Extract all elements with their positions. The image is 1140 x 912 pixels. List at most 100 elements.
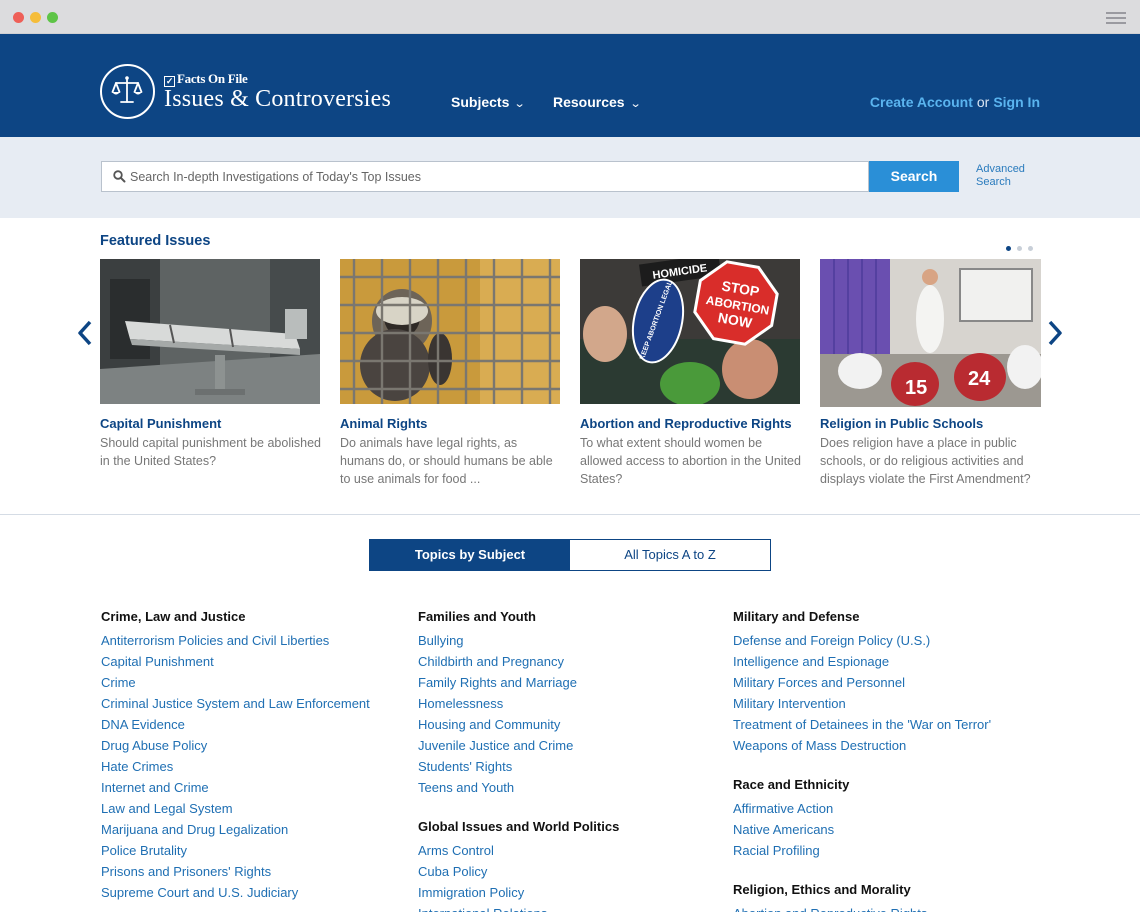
topic-column: Crime, Law and Justice Antiterrorism Poli… [101,609,370,903]
close-window-button[interactable] [13,12,24,23]
tab-topics-by-subject[interactable]: Topics by Subject [370,540,570,570]
carousel-dot[interactable] [1028,246,1033,251]
chevron-down-icon: ⌄ [629,98,642,110]
topic-link[interactable]: Law and Legal System [101,798,370,819]
search-button[interactable]: Search [869,161,959,192]
maximize-window-button[interactable] [47,12,58,23]
featured-card[interactable]: 15 24 Religion in Public Schools Does re… [820,259,1042,488]
minimize-window-button[interactable] [30,12,41,23]
hamburger-menu-icon[interactable] [1106,12,1126,25]
account-links: Create Account or Sign In [870,94,1040,110]
search-icon [113,170,126,183]
jersey-number-24: 24 [968,368,991,390]
nav-subjects[interactable]: Subjects ⌄ [451,94,526,110]
featured-card-title[interactable]: Capital Punishment [100,416,322,431]
subject-heading: Crime, Law and Justice [101,609,246,624]
featured-card[interactable]: Animal Rights Do animals have legal righ… [340,259,562,488]
site-title[interactable]: Issues & Controversies [164,86,391,113]
search-band: Search Advanced Search [0,137,1140,218]
featured-card[interactable]: HOMICIDE KEEP ABORTION LEGAL STOP ABORTI… [580,259,802,488]
featured-card[interactable]: Capital Punishment Should capital punish… [100,259,322,470]
topic-link[interactable]: Racial Profiling [733,840,991,861]
featured-card-description: Should capital punishment be abolished i… [100,436,321,468]
featured-card-description: To what extent should women be allowed a… [580,436,801,486]
topic-link[interactable]: Internet and Crime [101,777,370,798]
sign-in-link[interactable]: Sign In [993,94,1040,110]
topic-link[interactable]: Military Intervention [733,693,991,714]
carousel-dot[interactable] [1017,246,1022,251]
carousel-prev-arrow-icon[interactable] [77,320,93,353]
tab-all-topics-a-to-z[interactable]: All Topics A to Z [570,540,770,570]
jersey-number-15: 15 [905,377,927,399]
topic-link[interactable]: Childbirth and Pregnancy [418,651,619,672]
browser-titlebar [0,0,1140,34]
caged-monkey-image[interactable] [340,259,560,404]
subject-heading: Religion, Ethics and Morality [733,882,911,897]
subject-heading: Global Issues and World Politics [418,819,620,834]
topic-link[interactable]: Immigration Policy [418,882,619,903]
topic-link[interactable]: Juvenile Justice and Crime [418,735,619,756]
subject-heading: Families and Youth [418,609,536,624]
topic-link[interactable]: Capital Punishment [101,651,370,672]
topic-link[interactable]: Crime [101,672,370,693]
topic-link[interactable]: Police Brutality [101,840,370,861]
nav-resources[interactable]: Resources ⌄ [553,94,642,110]
topic-link[interactable]: Defense and Foreign Policy (U.S.) [733,630,991,651]
topic-link[interactable]: Students' Rights [418,756,619,777]
nav-subjects-label: Subjects [451,94,510,110]
advanced-search-link[interactable]: Advanced Search [976,163,1036,189]
topic-link[interactable]: Arms Control [418,840,619,861]
featured-card-description: Do animals have legal rights, as humans … [340,436,553,486]
featured-card-title[interactable]: Religion in Public Schools [820,416,1042,431]
topic-link[interactable]: Military Forces and Personnel [733,672,991,693]
scales-of-justice-logo-icon[interactable] [100,64,155,119]
topic-link[interactable]: Criminal Justice System and Law Enforcem… [101,693,370,714]
create-account-link[interactable]: Create Account [870,94,973,110]
topic-link[interactable]: Affirmative Action [733,798,991,819]
topic-link[interactable]: Teens and Youth [418,777,619,798]
topic-link[interactable]: Cuba Policy [418,861,619,882]
topic-link[interactable]: Bullying [418,630,619,651]
abortion-protest-image[interactable]: HOMICIDE KEEP ABORTION LEGAL STOP ABORTI… [580,259,800,404]
topic-link[interactable]: Homelessness [418,693,619,714]
carousel-dot[interactable] [1006,246,1011,251]
topic-link[interactable]: Treatment of Detainees in the 'War on Te… [733,714,991,735]
or-separator: or [976,94,990,110]
topic-link[interactable]: Prisons and Prisoners' Rights [101,861,370,882]
school-prayer-image[interactable]: 15 24 [820,259,1041,407]
topic-link[interactable]: Drug Abuse Policy [101,735,370,756]
topic-link[interactable]: Intelligence and Espionage [733,651,991,672]
topic-link[interactable]: Marijuana and Drug Legalization [101,819,370,840]
featured-card-title[interactable]: Animal Rights [340,416,562,431]
topic-column: Military and Defense Defense and Foreign … [733,609,991,912]
topic-link[interactable]: Abortion and Reproductive Rights [733,903,991,912]
topic-link[interactable]: DNA Evidence [101,714,370,735]
topic-link[interactable]: Weapons of Mass Destruction [733,735,991,756]
topic-column: Families and Youth Bullying Childbirth and… [418,609,619,912]
subject-heading: Race and Ethnicity [733,777,850,792]
carousel-pager [1006,238,1039,256]
topic-link[interactable]: Antiterrorism Policies and Civil Liberti… [101,630,370,651]
topic-link[interactable]: Hate Crimes [101,756,370,777]
topic-link[interactable]: Supreme Court and U.S. Judiciary [101,882,370,903]
search-box[interactable] [101,161,869,192]
featured-card-title[interactable]: Abortion and Reproductive Rights [580,416,802,431]
topics-tabs: Topics by Subject All Topics A to Z [369,539,771,571]
carousel-next-arrow-icon[interactable] [1047,320,1063,353]
site-header: ✓ Facts On File Issues & Controversies Su… [0,34,1140,137]
section-divider [0,514,1140,515]
execution-chamber-image[interactable] [100,259,320,404]
nav-resources-label: Resources [553,94,625,110]
brand-name: ✓ Facts On File [164,71,248,87]
subject-heading: Military and Defense [733,609,860,624]
topic-link[interactable]: Housing and Community [418,714,619,735]
brand-label: Facts On File [177,71,248,86]
topic-link[interactable]: Native Americans [733,819,991,840]
topic-link[interactable]: International Relations [418,903,619,912]
search-input[interactable] [130,162,860,191]
chevron-down-icon: ⌄ [513,98,526,110]
topic-link[interactable]: Family Rights and Marriage [418,672,619,693]
